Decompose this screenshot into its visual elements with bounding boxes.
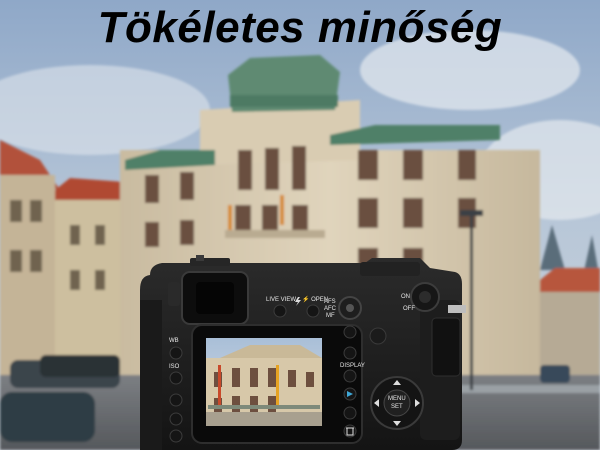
photo-scene [0, 0, 600, 450]
wb-label: WB [169, 338, 179, 344]
lcd-preview [206, 338, 322, 426]
live-view-label: LIVE VIEW [266, 297, 297, 303]
mf-label: MF [326, 313, 335, 319]
iso-label: ISO [169, 364, 180, 370]
set-label: SET [391, 404, 403, 410]
afc-label: AFC [324, 306, 336, 312]
afs-label: AFS [324, 299, 336, 305]
headline: Tökéletes minőség [97, 3, 503, 52]
on-label: ON [401, 294, 410, 300]
menu-label: MENU [388, 396, 406, 402]
off-label: OFF [403, 306, 415, 312]
display-label: DISPLAY [340, 363, 365, 369]
car-left [0, 392, 95, 442]
